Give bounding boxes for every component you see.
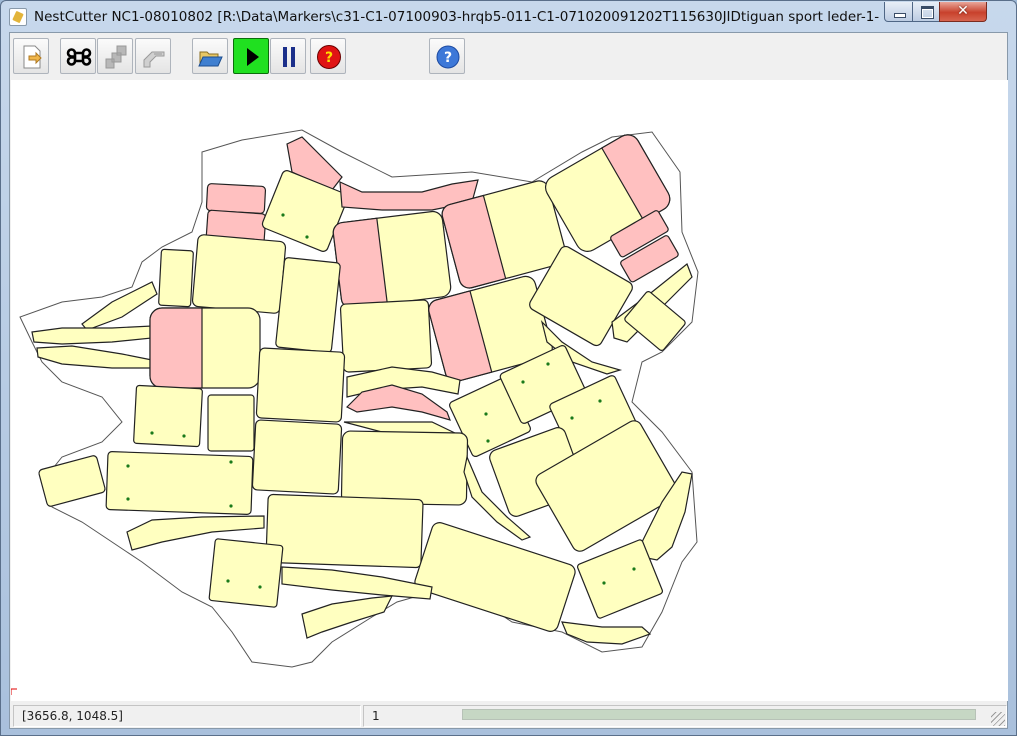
- new-file-button[interactable]: [13, 38, 49, 74]
- command-button[interactable]: [60, 38, 96, 74]
- piece-42[interactable]: [265, 493, 424, 569]
- close-button[interactable]: ✕: [939, 2, 987, 22]
- nesting-canvas[interactable]: [10, 80, 1008, 701]
- cutter-button[interactable]: [135, 38, 171, 74]
- close-icon: ✕: [957, 3, 969, 19]
- piece-17[interactable]: [149, 307, 261, 389]
- piece-16[interactable]: [36, 345, 153, 369]
- piece-33[interactable]: [251, 419, 343, 495]
- origin-marker: [10, 688, 17, 695]
- maximize-button[interactable]: [912, 2, 940, 22]
- piece-13[interactable]: [275, 257, 341, 353]
- title-bar[interactable]: NestCutter NC1-08010802 [R:\Data\Markers…: [1, 1, 1016, 33]
- pieces-icon: [105, 45, 127, 69]
- client-area: ? ? [3656.8, 1048.5] 1: [9, 32, 1008, 729]
- piece-45[interactable]: [281, 566, 433, 600]
- open-folder-button[interactable]: [192, 38, 228, 74]
- piece-43[interactable]: [413, 521, 577, 634]
- piece-count: 1: [372, 709, 380, 723]
- app-icon[interactable]: [9, 8, 27, 26]
- piece-14[interactable]: [81, 281, 158, 331]
- piece-12[interactable]: [191, 234, 287, 314]
- piece-36[interactable]: [38, 455, 106, 507]
- window-title: NestCutter NC1-08010802 [R:\Data\Markers…: [34, 9, 879, 25]
- folder-open-icon: [198, 51, 223, 67]
- nesting-drawing: [10, 129, 699, 695]
- piece-44[interactable]: [208, 538, 284, 608]
- question-red-icon: ?: [317, 45, 341, 69]
- pieces-button[interactable]: [97, 38, 133, 74]
- piece-48[interactable]: [561, 621, 652, 645]
- piece-15[interactable]: [31, 325, 153, 345]
- application-window: NestCutter NC1-08010802 [R:\Data\Markers…: [0, 0, 1017, 736]
- stop-help-button[interactable]: ?: [310, 38, 346, 74]
- piece-22[interactable]: [624, 290, 687, 351]
- pause-button[interactable]: [270, 38, 306, 74]
- cutter-icon: [143, 51, 165, 68]
- piece-11[interactable]: [158, 248, 194, 308]
- svg-text:?: ?: [325, 50, 333, 66]
- question-blue-icon: ?: [436, 45, 460, 69]
- piece-18[interactable]: [339, 299, 433, 373]
- progress-fill: [463, 710, 975, 719]
- piece-34[interactable]: [340, 430, 469, 506]
- help-button[interactable]: ?: [429, 38, 465, 74]
- toolbar: ? ?: [11, 38, 1007, 78]
- command-key-icon: [66, 48, 92, 66]
- play-icon: [247, 48, 259, 66]
- pause-icon: [283, 47, 295, 67]
- start-button[interactable]: [233, 38, 269, 74]
- piece-06[interactable]: [332, 210, 452, 309]
- piece-47[interactable]: [301, 595, 394, 639]
- resize-grip-icon[interactable]: [991, 712, 1005, 726]
- progress-bar: [462, 709, 976, 720]
- piece-02[interactable]: [205, 183, 267, 214]
- status-bar: [3656.8, 1048.5] 1: [11, 703, 1007, 728]
- svg-text:?: ?: [444, 50, 452, 66]
- minimize-button[interactable]: [884, 2, 913, 22]
- document-arrow-icon: [23, 45, 42, 69]
- piece-24[interactable]: [255, 347, 346, 423]
- piece-29[interactable]: [207, 394, 255, 452]
- piece-28[interactable]: [133, 384, 203, 448]
- coordinates-readout: [3656.8, 1048.5]: [13, 705, 361, 727]
